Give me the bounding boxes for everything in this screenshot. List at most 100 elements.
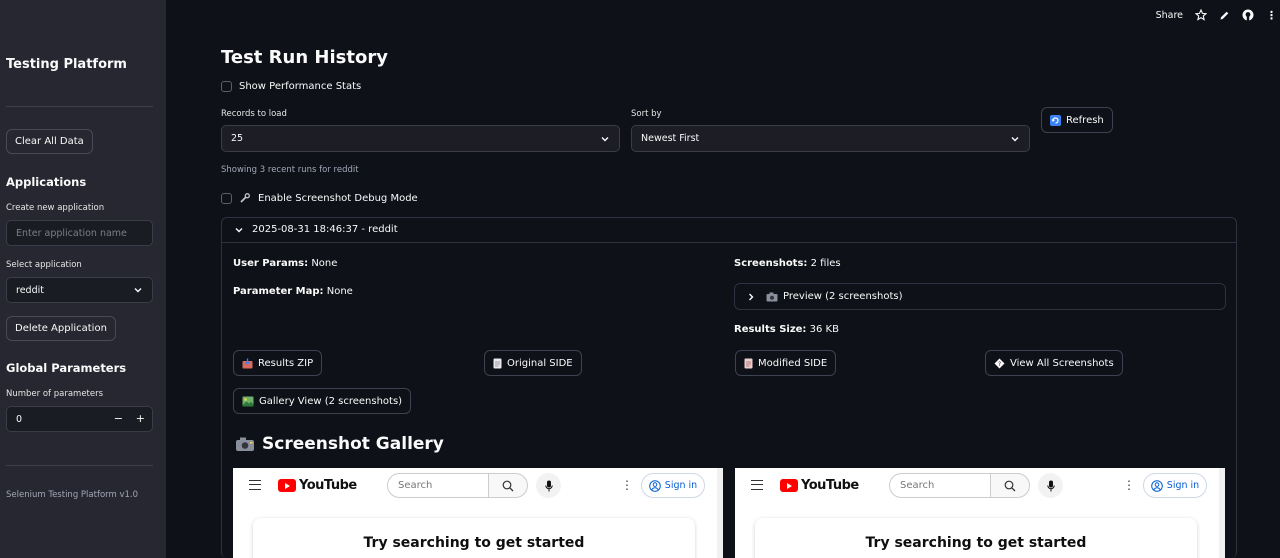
youtube-sign-in-button: Sign in (1143, 473, 1207, 498)
hamburger-menu-icon (249, 480, 261, 490)
youtube-header: YouTube Search ⋮ Sign in (233, 468, 717, 504)
camera-icon (236, 437, 254, 451)
hamburger-menu-icon (751, 480, 763, 490)
results-size-value: 36 KB (809, 324, 839, 335)
youtube-mic-button (536, 473, 561, 498)
refresh-icon (1050, 114, 1061, 126)
show-performance-stats-checkbox[interactable]: Show Performance Stats (221, 81, 361, 92)
screenshot-thumbnail[interactable]: YouTube Search ⋮ Sign in Try searching t… (233, 468, 723, 558)
user-params-label: User Params: (233, 258, 309, 269)
youtube-header: YouTube Search ⋮ Sign in (735, 468, 1219, 504)
checkbox-box[interactable] (221, 192, 232, 204)
youtube-logo: YouTube (780, 478, 859, 493)
application-select-value: reddit (16, 284, 44, 296)
screenshot-debug-mode-checkbox[interactable]: Enable Screenshot Debug Mode (221, 192, 418, 204)
sidebar-title: Testing Platform (6, 57, 127, 72)
youtube-sign-in-label: Sign in (1166, 480, 1200, 491)
youtube-search-input: Search (387, 473, 489, 498)
github-icon[interactable] (1242, 9, 1254, 21)
top-toolbar: Share ⋮ (1156, 6, 1280, 24)
youtube-play-icon (780, 479, 798, 492)
chevron-down-icon (601, 136, 609, 141)
picture-icon (242, 396, 254, 406)
preview-expander[interactable]: Preview (2 screenshots) (734, 283, 1226, 310)
screenshot-debug-mode-label: Enable Screenshot Debug Mode (258, 192, 418, 204)
application-name-placeholder: Enter application name (16, 227, 127, 239)
test-run-expander-header[interactable]: 2025-08-31 18:46:37 - reddit (234, 224, 398, 235)
screenshot-gallery-heading: Screenshot Gallery (235, 434, 444, 454)
document-icon (744, 358, 753, 368)
scrollbar[interactable] (717, 468, 723, 558)
youtube-mic-button (1038, 473, 1063, 498)
global-parameters-header: Global Parameters (6, 361, 127, 375)
search-icon (502, 480, 514, 491)
preview-label: Preview (2 screenshots) (783, 291, 903, 302)
sidebar-divider (6, 465, 153, 466)
checkbox-box[interactable] (221, 81, 232, 92)
account-icon (648, 479, 661, 492)
youtube-logo-text: YouTube (801, 478, 859, 493)
edit-icon[interactable] (1219, 10, 1230, 21)
youtube-search-placeholder: Search (398, 480, 433, 491)
more-options-icon[interactable]: ⋮ (1266, 9, 1277, 22)
expander-divider (222, 242, 1236, 243)
refresh-label: Refresh (1066, 114, 1104, 126)
view-all-screenshots-button[interactable]: ? View All Screenshots (985, 350, 1123, 376)
screenshot-gallery-title: Screenshot Gallery (262, 434, 444, 454)
modified-side-button[interactable]: Modified SIDE (735, 350, 837, 376)
chevron-down-icon (1011, 136, 1019, 141)
results-size-label: Results Size: (734, 324, 807, 335)
camera-icon (766, 292, 778, 301)
chevron-down-icon (134, 288, 142, 293)
microphone-icon (1046, 480, 1055, 491)
microphone-icon (544, 480, 553, 491)
page-title: Test Run History (221, 47, 388, 68)
modified-side-label: Modified SIDE (758, 357, 828, 369)
refresh-button[interactable]: Refresh (1041, 107, 1113, 133)
sort-by-select[interactable]: Newest First (631, 125, 1030, 152)
youtube-search-button (488, 473, 528, 498)
youtube-logo: YouTube (278, 478, 357, 493)
results-zip-button[interactable]: Results ZIP (233, 350, 323, 376)
number-of-parameters-value: 0 (16, 413, 23, 425)
share-button[interactable]: Share (1156, 10, 1183, 21)
gallery-view-button[interactable]: Gallery View (2 screenshots) (233, 388, 412, 414)
applications-header: Applications (6, 175, 87, 189)
parameter-map-value: None (326, 286, 353, 297)
scrollbar[interactable] (1219, 468, 1225, 558)
original-side-button[interactable]: Original SIDE (484, 350, 582, 376)
youtube-more-icon: ⋮ (1123, 478, 1135, 492)
user-params-value: None (311, 258, 338, 269)
youtube-logo-text: YouTube (299, 478, 357, 493)
records-to-load-value: 25 (231, 133, 244, 144)
youtube-prompt-text: Try searching to get started (363, 535, 585, 551)
star-icon[interactable] (1195, 9, 1207, 21)
youtube-search-input: Search (889, 473, 991, 498)
test-run-title: 2025-08-31 18:46:37 - reddit (252, 224, 398, 235)
number-of-parameters-input[interactable]: 0 − + (6, 406, 153, 432)
decrement-button[interactable]: − (114, 412, 123, 425)
application-select[interactable]: reddit (6, 277, 153, 303)
document-icon (493, 358, 502, 368)
delete-application-button[interactable]: Delete Application (6, 316, 116, 341)
youtube-search-button (990, 473, 1030, 498)
youtube-sign-in-button: Sign in (641, 473, 705, 498)
clear-all-data-button[interactable]: Clear All Data (6, 129, 93, 154)
parameter-map-label: Parameter Map: (233, 286, 324, 297)
download-box-icon (242, 358, 253, 368)
create-application-label: Create new application (6, 203, 105, 213)
youtube-prompt-text: Try searching to get started (865, 535, 1087, 551)
select-application-label: Select application (6, 260, 82, 270)
screenshot-thumbnail[interactable]: YouTube Search ⋮ Sign in Try searching t… (735, 468, 1225, 558)
application-name-input[interactable]: Enter application name (6, 220, 153, 246)
records-to-load-select[interactable]: 25 (221, 125, 620, 152)
showing-runs-text: Showing 3 recent runs for reddit (221, 165, 359, 175)
screenshots-row: Screenshots: 2 files (734, 258, 841, 269)
user-params-row: User Params: None (233, 258, 337, 269)
screenshots-label: Screenshots: (734, 258, 808, 269)
number-of-parameters-label: Number of parameters (6, 389, 104, 399)
youtube-prompt-card: Try searching to get started (253, 518, 695, 558)
view-all-screenshots-label: View All Screenshots (1010, 357, 1114, 369)
increment-button[interactable]: + (136, 412, 145, 425)
chevron-down-icon (235, 227, 243, 232)
